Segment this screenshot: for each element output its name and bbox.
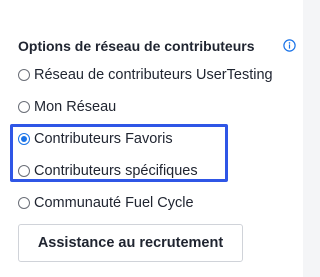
radio-label: Mon Réseau: [34, 99, 117, 115]
radio-label: Contributeurs spécifiques: [34, 163, 198, 179]
radio-option-specific-contributors[interactable]: Contributeurs spécifiques: [18, 161, 198, 181]
radio-label: Contributeurs Favoris: [34, 131, 173, 147]
radio-option-favorite-contributors[interactable]: Contributeurs Favoris: [18, 129, 173, 149]
radio-option-usertesting-network[interactable]: Réseau de contributeurs UserTesting: [18, 65, 273, 85]
section-title: Options de réseau de contributeurs: [18, 38, 255, 54]
recruitment-assistance-button[interactable]: Assistance au recrutement: [18, 224, 243, 262]
radio-button[interactable]: [18, 165, 30, 177]
network-options-panel: Options de réseau de contributeurs Résea…: [0, 0, 303, 277]
radio-button[interactable]: [18, 69, 30, 81]
radio-label: Communauté Fuel Cycle: [34, 195, 194, 211]
radio-button-selected[interactable]: [18, 133, 30, 145]
radio-option-my-network[interactable]: Mon Réseau: [18, 97, 116, 117]
radio-button[interactable]: [18, 101, 30, 113]
info-icon[interactable]: [283, 39, 296, 52]
radio-label: Réseau de contributeurs UserTesting: [34, 67, 273, 83]
radio-option-fuel-cycle-community[interactable]: Communauté Fuel Cycle: [18, 193, 194, 213]
radio-button[interactable]: [18, 197, 30, 209]
